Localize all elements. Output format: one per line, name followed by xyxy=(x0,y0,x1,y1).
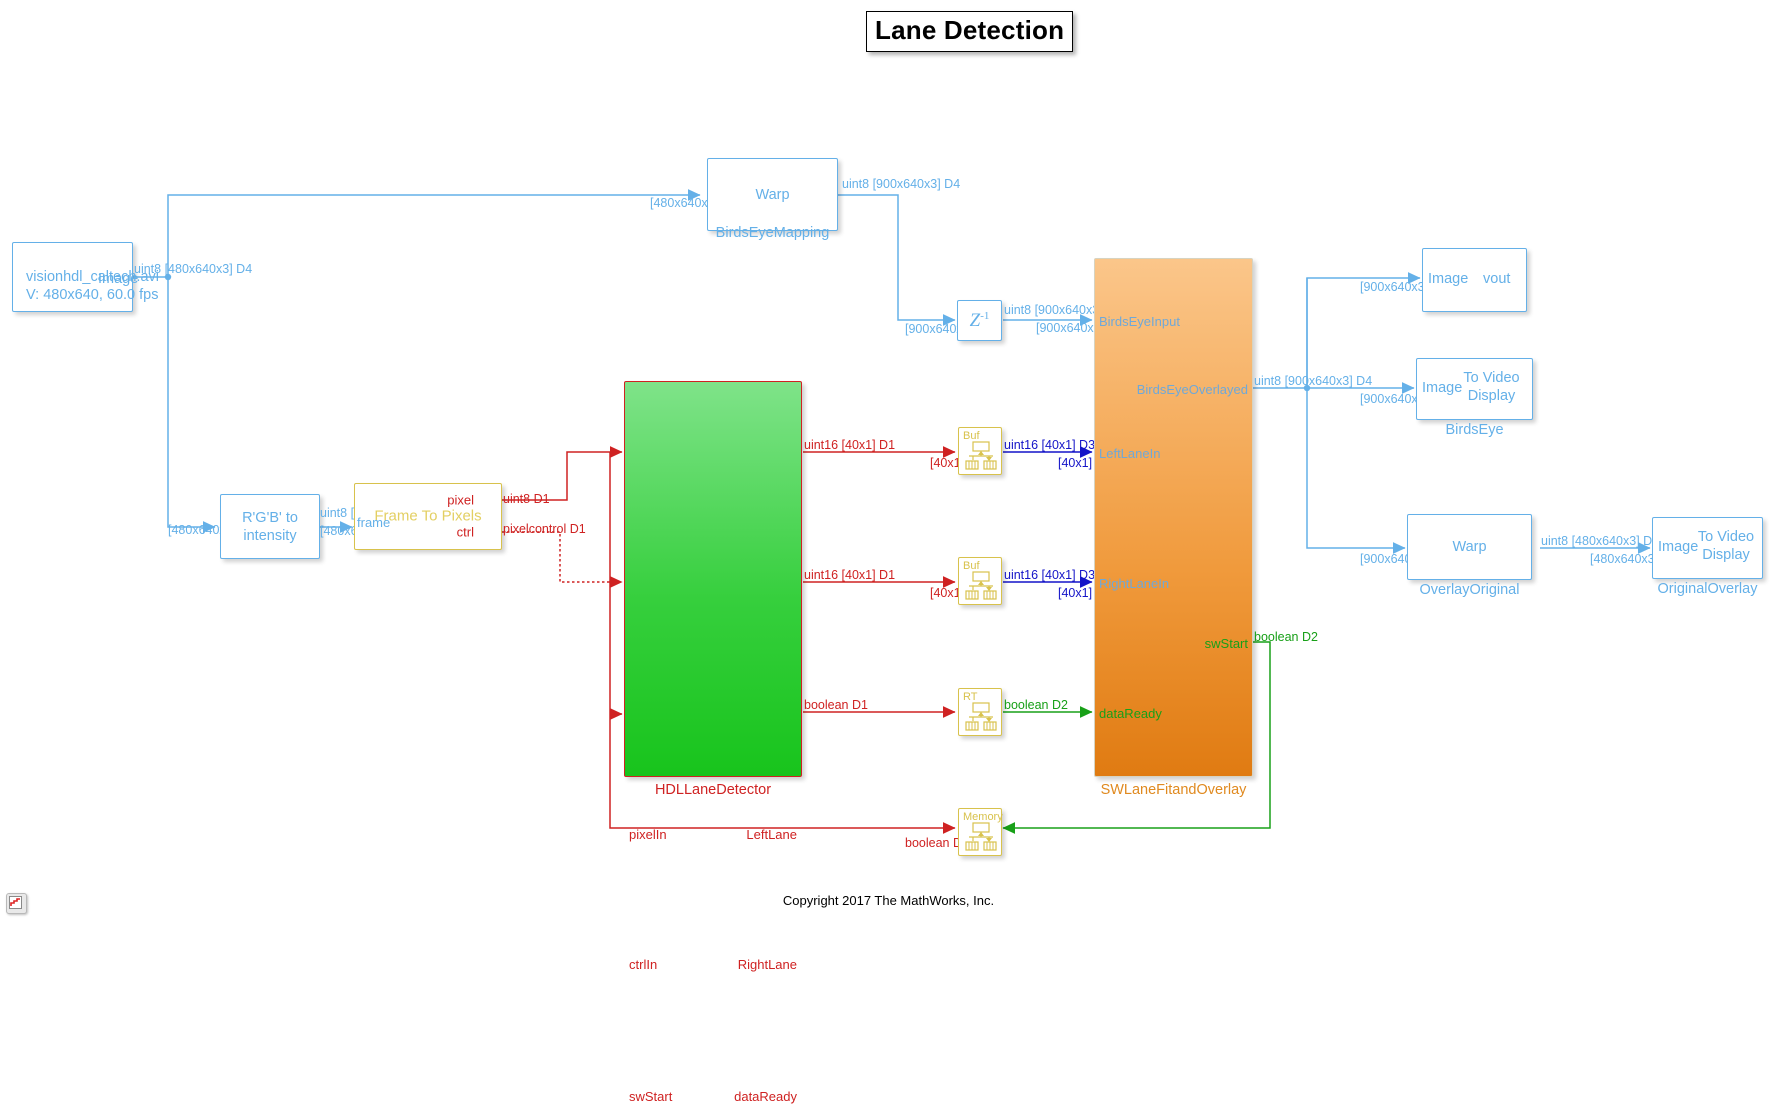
overlay-original-warp-block[interactable]: Warp xyxy=(1407,514,1532,580)
sw-port-swstart: swStart xyxy=(1204,636,1248,651)
signal-dataready-type: boolean D1 xyxy=(804,698,868,712)
signal-swstart-type: boolean D2 xyxy=(1254,630,1318,644)
signal-wires xyxy=(133,189,1651,834)
signal-original-type: uint8 [480x640x3] D4 xyxy=(1541,534,1660,548)
vout-in-port-label: Image xyxy=(1428,271,1469,287)
vout-title: vout xyxy=(1483,271,1511,287)
rgb-to-intensity-block[interactable]: R'G'B' to intensity xyxy=(220,494,320,559)
rgb-line1: R'G'B' to xyxy=(242,509,298,526)
memory-label: Memory xyxy=(963,811,1003,823)
signal-pixel-type: uint8 D1 xyxy=(503,492,550,506)
hdl-port-pixelin: pixelIn xyxy=(629,827,667,842)
signal-leftlane-type: uint16 [40x1] D1 xyxy=(804,438,896,452)
signal-overlayed-type: uint8 [900x640x3] D4 xyxy=(1254,374,1373,388)
hdl-port-dataready: dataReady xyxy=(734,1089,797,1104)
hdl-lane-detector-subsystem[interactable]: pixelIn ctrlIn swStart LeftLane RightLan… xyxy=(624,381,802,1104)
rate-transition-block[interactable]: RT xyxy=(958,688,1002,736)
unit-delay-label: Z-1 xyxy=(958,309,1001,331)
hdl-port-swstart: swStart xyxy=(629,1089,673,1104)
rgb-line2: intensity xyxy=(243,527,297,544)
birdseye-mapping-title: Warp xyxy=(755,186,790,203)
birdseye-video-display-block[interactable]: Image To Video Display xyxy=(1416,358,1533,420)
birdseye-mapping-caption: BirdsEyeMapping xyxy=(715,225,830,241)
hdl-lane-detector-caption: HDLLaneDetector xyxy=(654,782,772,798)
original-overlay-caption: OriginalOverlay xyxy=(1657,581,1758,597)
overlay-original-caption: OverlayOriginal xyxy=(1419,582,1520,598)
frame-to-pixels-pixel-port-label: pixel xyxy=(447,492,474,508)
birdseye-display-title: To Video Display xyxy=(1455,369,1528,405)
sw-port-dataready: dataReady xyxy=(1099,706,1162,721)
simulink-model-canvas: Lane Detection visionhdl_caltech.avi V: … xyxy=(0,0,1777,1104)
signal-rightlane-type: uint16 [40x1] D1 xyxy=(804,568,896,582)
unit-delay-block[interactable]: Z-1 xyxy=(957,300,1002,341)
birdseye-display-line2: Display xyxy=(1467,388,1516,405)
birdseye-display-caption: BirdsEye xyxy=(1445,422,1504,438)
buffer-left-label: Buf xyxy=(963,430,980,442)
page-title: Lane Detection xyxy=(866,11,1074,52)
signal-original-dims: [480x640x3] xyxy=(1590,552,1659,566)
staircase-icon xyxy=(9,896,22,909)
page-title-text: Lane Detection xyxy=(875,15,1065,45)
rate-transition-label: RT xyxy=(963,691,978,703)
signal-bufright-out-type: uint16 [40x1] D3 xyxy=(1004,568,1096,582)
sw-port-birdseyeinput: BirdsEyeInput xyxy=(1099,314,1180,329)
signal-bufleft-out-dims: [40x1] xyxy=(1058,456,1093,470)
sw-lane-fit-and-overlay-subsystem[interactable]: BirdsEyeInput LeftLaneIn RightLaneIn dat… xyxy=(1094,258,1253,777)
unit-delay-exponent: -1 xyxy=(980,309,990,322)
overlay-original-title: Warp xyxy=(1452,538,1487,555)
sw-port-birdseyeoverlayed: BirdsEyeOverlayed xyxy=(1136,382,1248,397)
sw-port-leftlanein: LeftLaneIn xyxy=(1099,446,1161,461)
signal-ctrl-type: pixelcontrol D1 xyxy=(503,522,586,536)
birdseye-mapping-warp-block[interactable]: Warp xyxy=(707,158,838,231)
vout-block[interactable]: Image vout xyxy=(1422,248,1527,312)
buffer-rate-transition-right[interactable]: Buf xyxy=(958,557,1002,605)
hdl-port-rightlane: RightLane xyxy=(737,957,797,972)
video-source-line2: V: 480x640, 60.0 fps xyxy=(26,287,159,303)
original-overlay-line1: To Video xyxy=(1697,529,1755,545)
signal-source-type: uint8 [480x640x3] D4 xyxy=(134,262,253,276)
memory-block[interactable]: Memory xyxy=(958,808,1003,856)
staircase-icon-button[interactable] xyxy=(6,893,27,914)
buffer-rate-transition-left[interactable]: Buf xyxy=(958,427,1002,475)
original-overlay-display-title: To Video Display xyxy=(1693,528,1759,564)
hdl-port-ctrlin: ctrlIn xyxy=(629,957,658,972)
signal-rt-out-type: boolean D2 xyxy=(1004,698,1068,712)
sw-port-rightlanein: RightLaneIn xyxy=(1099,576,1170,591)
original-overlay-line2: Display xyxy=(1702,547,1750,564)
signal-bufleft-out-type: uint16 [40x1] D3 xyxy=(1004,438,1096,452)
unit-delay-z: Z xyxy=(969,309,981,331)
copyright-text: Copyright 2017 The MathWorks, Inc. xyxy=(782,893,995,908)
rgb-to-intensity-title: R'G'B' to intensity xyxy=(221,508,319,544)
buffer-right-label: Buf xyxy=(963,560,980,572)
original-overlay-video-display-block[interactable]: Image To Video Display xyxy=(1652,517,1763,579)
signal-warp-out-type: uint8 [900x640x3] D4 xyxy=(842,177,961,191)
frame-to-pixels-in-port-label: frame xyxy=(357,515,391,530)
birdseye-display-line1: To Video xyxy=(1463,370,1520,386)
frame-to-pixels-ctrl-port-label: ctrl xyxy=(456,524,474,540)
signal-bufright-out-dims: [40x1] xyxy=(1058,586,1093,600)
signal-overlayed-dims-a: [900x640x3] xyxy=(1360,280,1429,294)
video-source-out-port-label: Image xyxy=(98,271,139,287)
sw-lane-fit-caption: SWLaneFitandOverlay xyxy=(1100,782,1247,798)
hdl-port-leftlane: LeftLane xyxy=(746,827,797,842)
